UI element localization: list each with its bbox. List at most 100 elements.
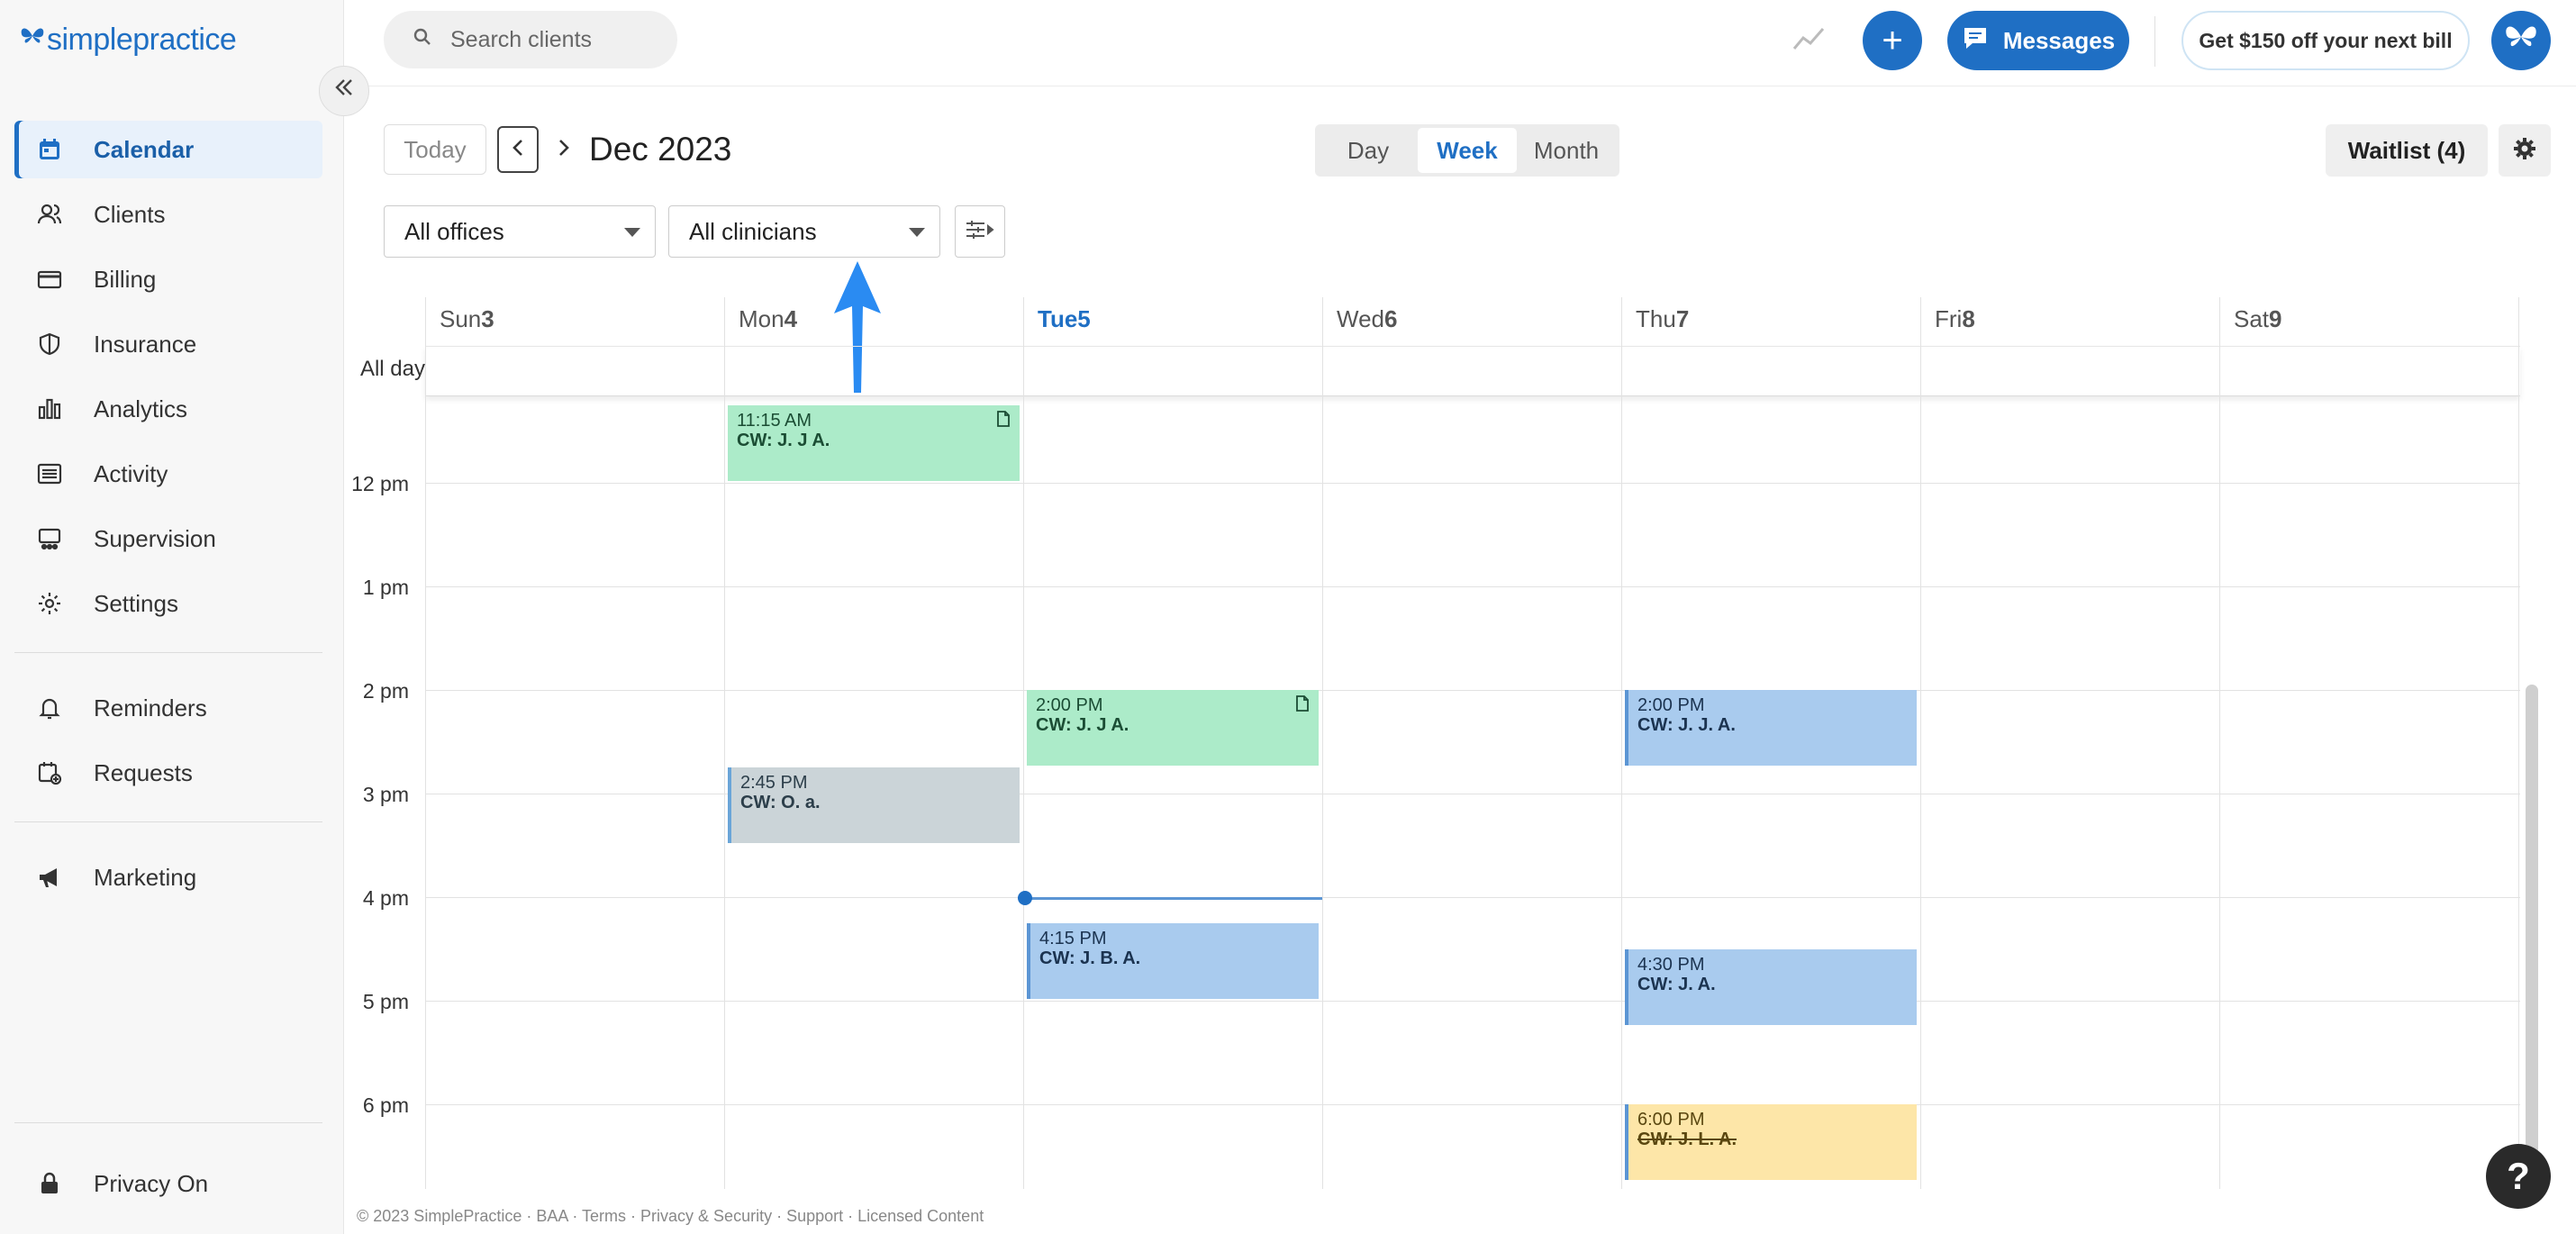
day-header-thu[interactable]: Thu 7 (1621, 297, 1689, 340)
view-week-button[interactable]: Week (1418, 128, 1517, 173)
sidebar-item-label: Billing (94, 265, 157, 293)
appointment-event[interactable]: 6:00 PM CW: J. L. A. (1625, 1104, 1917, 1180)
top-bar: Search clients + Messages Get $150 off y… (344, 0, 2576, 86)
chat-bubble-icon (1962, 24, 1989, 58)
calendar-scrollbar[interactable] (2526, 685, 2538, 1189)
column-divider (1920, 297, 1921, 1189)
sidebar-item-billing[interactable]: Billing (14, 250, 322, 308)
sidebar-item-label: Analytics (94, 395, 188, 422)
view-month-button[interactable]: Month (1517, 128, 1616, 173)
sidebar-divider (14, 652, 322, 653)
event-client: CW: J. J. A. (1637, 715, 1736, 735)
sidebar-item-settings[interactable]: Settings (14, 575, 322, 632)
appointment-event[interactable]: 11:15 AM CW: J. J A. (728, 404, 1020, 481)
gear-icon (34, 588, 65, 619)
butterfly-icon (2504, 20, 2538, 61)
sidebar-item-label: Insurance (94, 330, 197, 358)
users-icon (34, 199, 65, 230)
day-number: 5 (1077, 304, 1091, 332)
day-number: 9 (2269, 304, 2282, 332)
day-header-tue[interactable]: Tue 5 (1023, 297, 1091, 340)
day-number: 6 (1384, 304, 1398, 332)
avatar[interactable] (2491, 11, 2551, 70)
week-calendar: Sun 3 Mon 4 Tue 5 Wed 6 Thu 7 Fri 8 Sat 9 All … (344, 297, 2549, 1189)
day-header-fri[interactable]: Fri 8 (1920, 297, 1975, 340)
create-new-button[interactable]: + (1863, 11, 1922, 70)
day-header-sat[interactable]: Sat 9 (2219, 297, 2282, 340)
sidebar-item-label: Calendar (94, 135, 195, 163)
all-day-row[interactable] (425, 346, 2520, 396)
day-name: Sat (2234, 304, 2270, 332)
event-client: CW: J. L. A. (1637, 1130, 1737, 1149)
event-time: 4:30 PM (1637, 954, 1705, 975)
calendar-settings-button[interactable] (2499, 124, 2551, 177)
logo-text-bold: practice (132, 22, 237, 57)
topbar-divider (2154, 16, 2155, 67)
messages-button[interactable]: Messages (1947, 11, 2129, 70)
previous-week-button[interactable] (497, 126, 539, 173)
offices-select[interactable]: All offices (384, 205, 656, 258)
date-range-title: Dec 2023 (589, 131, 732, 168)
time-label: 3 pm (362, 783, 409, 806)
day-number: 3 (481, 304, 494, 332)
time-label: 4 pm (362, 886, 409, 910)
bar-chart-icon (34, 394, 65, 424)
day-name: Tue (1038, 304, 1078, 332)
appointment-event[interactable]: 2:00 PM CW: J. J. A. (1625, 690, 1917, 766)
appointment-event[interactable]: 2:00 PM CW: J. J A. (1027, 690, 1319, 766)
sidebar-item-activity[interactable]: Activity (14, 445, 322, 503)
filter-options-button[interactable] (955, 205, 1005, 258)
search-input[interactable]: Search clients (384, 11, 677, 68)
help-button[interactable]: ? (2486, 1144, 2551, 1209)
day-header-mon[interactable]: Mon 4 (724, 297, 797, 340)
sidebar-item-calendar[interactable]: Calendar (14, 121, 322, 178)
privacy-toggle[interactable]: Privacy On (14, 1155, 322, 1212)
tertiary-nav: Marketing (14, 848, 322, 913)
caret-down-icon (909, 228, 925, 237)
day-name: Thu (1636, 304, 1676, 332)
appointment-event[interactable]: 4:15 PM CW: J. B. A. (1027, 922, 1319, 999)
day-number: 4 (784, 304, 798, 332)
clinicians-select[interactable]: All clinicians (668, 205, 940, 258)
next-week-button[interactable] (546, 126, 582, 173)
sidebar-item-requests[interactable]: Requests (14, 744, 322, 802)
time-label: 2 pm (362, 679, 409, 703)
appointment-event[interactable]: 2:45 PM CW: O. a. (728, 767, 1020, 844)
collapse-sidebar-button[interactable] (319, 66, 369, 116)
note-icon (1295, 695, 1310, 716)
column-divider (1322, 297, 1323, 1189)
primary-nav: Calendar Clients Billing Insurance Analy… (14, 121, 322, 640)
hour-line (425, 586, 2520, 587)
event-time: 2:00 PM (1637, 695, 1705, 715)
chevron-left-icon (510, 136, 526, 164)
trend-chart-icon[interactable] (1791, 22, 1827, 62)
event-time: 11:15 AM (737, 410, 812, 431)
sidebar-item-analytics[interactable]: Analytics (14, 380, 322, 438)
sidebar: simple practice Calendar Clients Billing … (0, 0, 344, 1234)
day-header-wed[interactable]: Wed 6 (1322, 297, 1397, 340)
sidebar-item-clients[interactable]: Clients (14, 186, 322, 243)
waitlist-button[interactable]: Waitlist (4) (2326, 124, 2488, 177)
event-client: CW: J. J A. (737, 430, 830, 450)
event-time: 4:15 PM (1039, 928, 1107, 948)
sidebar-item-supervision[interactable]: Supervision (14, 510, 322, 567)
sidebar-divider (14, 821, 322, 822)
day-number: 8 (1962, 304, 1975, 332)
appointment-event[interactable]: 4:30 PM CW: J. A. (1625, 948, 1917, 1025)
sidebar-item-reminders[interactable]: Reminders (14, 679, 322, 737)
note-icon (996, 410, 1011, 431)
logo[interactable]: simple practice (20, 20, 237, 59)
sidebar-item-marketing[interactable]: Marketing (14, 848, 322, 906)
lock-icon (34, 1168, 65, 1199)
day-header-sun[interactable]: Sun 3 (425, 297, 494, 340)
sidebar-divider (14, 1122, 322, 1123)
day-name: Mon (739, 304, 785, 332)
sidebar-item-label: Supervision (94, 524, 216, 552)
chevron-right-icon (556, 136, 572, 164)
column-divider (2219, 297, 2220, 1189)
view-day-button[interactable]: Day (1319, 128, 1418, 173)
sliders-icon (965, 218, 995, 246)
promo-button[interactable]: Get $150 off your next bill (2181, 11, 2470, 70)
today-button[interactable]: Today (384, 124, 486, 175)
sidebar-item-insurance[interactable]: Insurance (14, 315, 322, 373)
